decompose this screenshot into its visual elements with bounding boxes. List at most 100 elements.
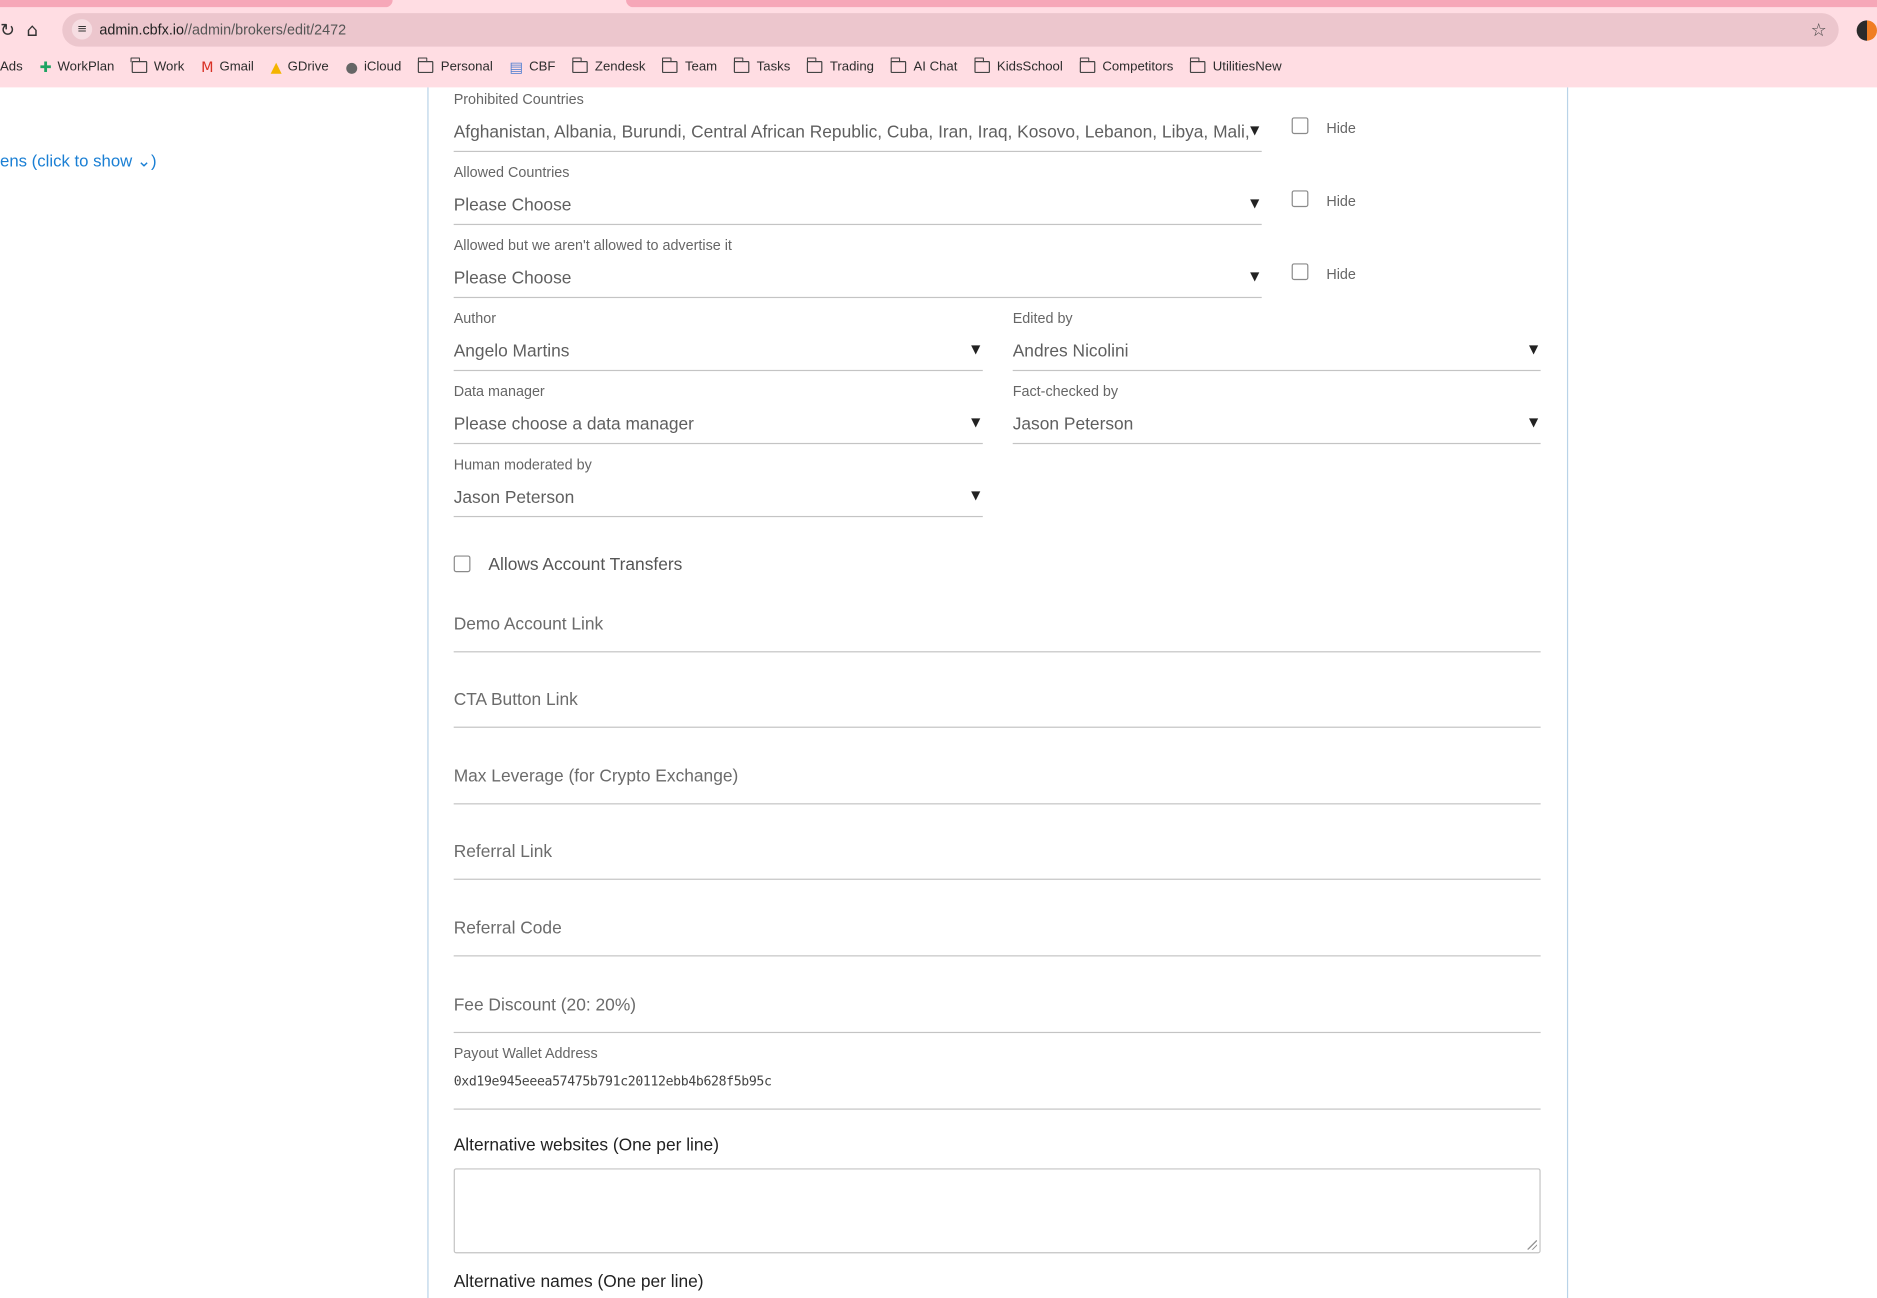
bookmark-icloud[interactable]: ● iCloud <box>345 59 401 76</box>
bookmark-label: Team <box>684 59 718 75</box>
demo-account-link-input[interactable]: Demo Account Link <box>453 607 1541 653</box>
apple-icon: ● <box>345 58 358 76</box>
cta-button-link-placeholder: CTA Button Link <box>453 690 578 710</box>
fee-discount-placeholder: Fee Discount (20: 20%) <box>453 995 637 1016</box>
gmail-icon: M <box>201 58 214 76</box>
bookmark-label: Tasks <box>756 59 791 75</box>
bookmark-label: WorkPlan <box>57 59 115 75</box>
bookmark-label: Personal <box>440 59 493 75</box>
author-select[interactable]: Angelo Martins ▼ <box>453 333 983 372</box>
chevron-down-icon: ▼ <box>971 489 981 503</box>
url-text: admin.cbfx.io//admin/brokers/edit/2472 <box>99 21 347 39</box>
bookmark-label: iCloud <box>363 59 402 75</box>
bookmark-label: Work <box>153 59 185 75</box>
folder-icon <box>417 57 434 74</box>
bookmark-kidsschool[interactable]: KidsSchool <box>973 57 1063 75</box>
bookmark-label: KidsSchool <box>996 59 1063 75</box>
referral-link-placeholder: Referral Link <box>453 842 553 862</box>
folder-icon <box>733 57 750 74</box>
edited-by-select[interactable]: Andres Nicolini ▼ <box>1012 333 1541 372</box>
referral-code-input[interactable]: Referral Code <box>453 911 1541 957</box>
author-value: Angelo Martins <box>453 342 570 362</box>
human-moderated-select[interactable]: Jason Peterson ▼ <box>453 479 983 518</box>
site-settings-icon[interactable]: ≡ <box>71 19 93 40</box>
allowed-countries-label: Allowed Countries <box>453 163 570 181</box>
bookmark-label: Gmail <box>219 59 254 75</box>
fee-discount-input[interactable]: Fee Discount (20: 20%) <box>453 988 1541 1034</box>
bookmark-team[interactable]: Team <box>661 57 718 75</box>
bookmark-utilitiesnew[interactable]: UtilitiesNew <box>1189 57 1282 75</box>
bookmark-zendesk[interactable]: Zendesk <box>571 57 646 75</box>
bookmark-competitors[interactable]: Competitors <box>1079 57 1174 75</box>
bookmark-gmail[interactable]: M Gmail <box>201 59 254 76</box>
folder-icon <box>571 57 588 74</box>
prohibited-hide-checkbox[interactable] <box>1291 117 1309 135</box>
allowed-no-advertise-select[interactable]: Please Choose ▼ <box>453 260 1262 299</box>
cta-button-link-input[interactable]: CTA Button Link <box>453 682 1541 728</box>
bookmark-tasks[interactable]: Tasks <box>733 57 791 75</box>
profile-avatar-icon[interactable] <box>1856 20 1877 41</box>
home-icon[interactable]: ⌂ <box>26 18 37 42</box>
data-manager-select[interactable]: Please choose a data manager ▼ <box>453 406 983 445</box>
fact-checked-value: Jason Peterson <box>1012 415 1134 435</box>
account-transfers-checkbox[interactable] <box>453 555 471 573</box>
bookmark-label: CBF <box>529 59 556 75</box>
bookmark-label: Zendesk <box>594 59 646 75</box>
demo-account-link-placeholder: Demo Account Link <box>453 615 604 635</box>
folder-icon <box>130 57 147 74</box>
payout-wallet-underline <box>453 1108 1541 1110</box>
max-leverage-placeholder: Max Leverage (for Crypto Exchange) <box>453 767 739 787</box>
browser-tab-active[interactable] <box>626 0 1877 8</box>
bookmark-ads[interactable]: Ads <box>0 60 23 74</box>
prohibited-countries-select[interactable]: Afghanistan, Albania, Burundi, Central A… <box>453 114 1262 153</box>
folder-icon <box>1189 57 1206 74</box>
payout-wallet-input[interactable]: 0xd19e945eeea57475b791c20112ebb4b628f5b9… <box>454 1074 772 1091</box>
bookmark-gdrive[interactable]: ▲ GDrive <box>271 59 329 76</box>
bookmark-cbf[interactable]: ▤ CBF <box>510 59 556 76</box>
doc-icon: ▤ <box>509 58 524 76</box>
bookmark-trading[interactable]: Trading <box>806 57 874 75</box>
alternative-websites-textarea[interactable] <box>453 1168 1541 1254</box>
resize-handle-icon[interactable] <box>1527 1240 1538 1250</box>
account-transfers-label: Allows Account Transfers <box>488 555 683 575</box>
allowed-no-advertise-label: Allowed but we aren't allowed to adverti… <box>453 237 732 254</box>
allowed-countries-select[interactable]: Please Choose ▼ <box>453 187 1262 226</box>
gdrive-icon: ▲ <box>270 58 282 76</box>
referral-code-placeholder: Referral Code <box>453 919 562 939</box>
folder-icon <box>890 57 907 74</box>
bookmark-label: Competitors <box>1102 59 1174 75</box>
folder-icon <box>1079 57 1096 74</box>
bookmark-work[interactable]: Work <box>130 57 185 75</box>
bookmark-personal[interactable]: Personal <box>417 57 493 75</box>
prohibited-countries-value: Afghanistan, Albania, Burundi, Central A… <box>453 123 1250 143</box>
alternative-websites-label: Alternative websites (One per line) <box>453 1136 720 1156</box>
folder-icon <box>661 57 678 74</box>
chevron-down-icon: ▼ <box>1250 124 1260 138</box>
bookmark-ai-chat[interactable]: AI Chat <box>890 57 957 74</box>
prohibited-countries-label: Prohibited Countries <box>453 90 584 108</box>
referral-link-input[interactable]: Referral Link <box>453 834 1541 880</box>
bookmark-label: GDrive <box>287 59 329 75</box>
bookmark-label: Trading <box>829 59 874 75</box>
payout-wallet-label: Payout Wallet Address <box>453 1045 598 1062</box>
allowed-hide-checkbox[interactable] <box>1291 190 1309 208</box>
sidebar-toggle-link[interactable]: ens (click to show ⌄) <box>0 151 157 171</box>
allowed-no-advertise-hide-label: Hide <box>1326 265 1356 283</box>
chevron-down-icon: ▼ <box>1250 270 1260 284</box>
chevron-down-icon: ▼ <box>1250 197 1260 211</box>
reload-icon[interactable]: ↻ <box>0 18 15 42</box>
address-bar[interactable]: ≡ admin.cbfx.io//admin/brokers/edit/2472… <box>62 13 1839 47</box>
fact-checked-select[interactable]: Jason Peterson ▼ <box>1012 406 1541 445</box>
alternative-names-label: Alternative names (One per line) <box>453 1272 704 1292</box>
bookmarks-bar: Ads ✚ WorkPlan Work M Gmail ▲ GDrive ● iCloud Pers… <box>0 55 1298 79</box>
max-leverage-input[interactable]: Max Leverage (for Crypto Exchange) <box>453 759 1541 805</box>
browser-tab[interactable] <box>0 0 393 8</box>
bookmark-label: UtilitiesNew <box>1212 59 1282 75</box>
prohibited-hide-label: Hide <box>1326 119 1356 137</box>
bookmark-workplan[interactable]: ✚ WorkPlan <box>39 59 114 76</box>
bookmark-star-icon[interactable]: ☆ <box>1811 18 1827 42</box>
allowed-no-advertise-hide-checkbox[interactable] <box>1291 263 1309 281</box>
fact-checked-label: Fact-checked by <box>1012 383 1119 400</box>
chevron-down-icon: ▼ <box>971 416 981 430</box>
sheets-icon: ✚ <box>39 58 52 76</box>
